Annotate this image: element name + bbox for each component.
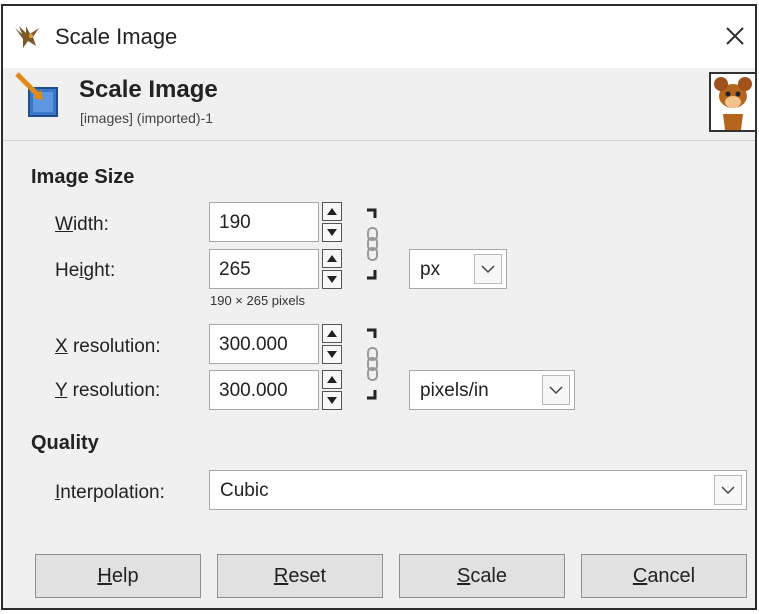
decrement-button[interactable]	[322, 391, 342, 410]
size-chain-link-icon[interactable]	[363, 206, 383, 286]
scale-image-dialog: Scale Image Scale Image [images] (import…	[1, 4, 757, 610]
arrow-down-icon	[327, 276, 337, 283]
arrow-up-icon	[327, 376, 337, 383]
window-title: Scale Image	[55, 24, 178, 49]
arrow-up-icon	[327, 255, 337, 262]
resolution-chain-link-icon[interactable]	[363, 326, 383, 406]
x-resolution-label: X resolution:	[55, 336, 161, 357]
close-icon	[726, 27, 744, 45]
reset-button[interactable]: Reset	[217, 554, 383, 598]
increment-button[interactable]	[322, 324, 342, 343]
decrement-button[interactable]	[322, 345, 342, 364]
cancel-button[interactable]: Cancel	[581, 554, 747, 598]
decrement-button[interactable]	[322, 270, 342, 289]
width-label: Width:	[55, 214, 109, 235]
gimp-icon	[13, 24, 43, 50]
title-bar: Scale Image	[3, 6, 755, 68]
width-input[interactable]: 190	[209, 202, 319, 242]
y-resolution-input[interactable]: 300.000	[209, 370, 319, 410]
chevron-down-icon[interactable]	[474, 254, 502, 284]
quality-heading: Quality	[31, 432, 99, 454]
height-spinner[interactable]	[322, 249, 342, 289]
interpolation-select[interactable]: Cubic	[209, 470, 747, 510]
scale-button[interactable]: Scale	[399, 554, 565, 598]
arrow-up-icon	[327, 208, 337, 215]
chevron-down-icon[interactable]	[542, 375, 570, 405]
y-resolution-label: Y resolution:	[55, 380, 161, 401]
image-thumbnail-icon	[709, 72, 757, 132]
size-unit-value: px	[420, 259, 441, 280]
arrow-down-icon	[327, 397, 337, 404]
resolution-unit-value: pixels/in	[420, 380, 489, 401]
y-resolution-spinner[interactable]	[322, 370, 342, 410]
header-title: Scale Image	[79, 76, 218, 103]
header-subtitle: [images] (imported)-1	[80, 110, 214, 126]
dialog-header: Scale Image [images] (imported)-1	[3, 68, 757, 141]
pixel-size-info: 190 × 265 pixels	[210, 293, 306, 308]
interpolation-label: Interpolation:	[55, 482, 165, 503]
increment-button[interactable]	[322, 370, 342, 389]
x-resolution-input[interactable]: 300.000	[209, 324, 319, 364]
resolution-unit-select[interactable]: pixels/in	[409, 370, 575, 410]
decrement-button[interactable]	[322, 223, 342, 242]
image-size-heading: Image Size	[31, 166, 135, 188]
width-spinner[interactable]	[322, 202, 342, 242]
arrow-up-icon	[327, 330, 337, 337]
x-resolution-spinner[interactable]	[322, 324, 342, 364]
arrow-down-icon	[327, 229, 337, 236]
close-button[interactable]	[721, 18, 751, 52]
help-button[interactable]: Help	[35, 554, 201, 598]
height-label: Height:	[55, 260, 116, 281]
height-input[interactable]: 265	[209, 249, 319, 289]
chevron-down-icon[interactable]	[714, 475, 742, 505]
scale-image-icon	[15, 72, 65, 122]
interpolation-value: Cubic	[220, 480, 269, 501]
increment-button[interactable]	[322, 249, 342, 268]
size-unit-select[interactable]: px	[409, 249, 507, 289]
increment-button[interactable]	[322, 202, 342, 221]
arrow-down-icon	[327, 351, 337, 358]
